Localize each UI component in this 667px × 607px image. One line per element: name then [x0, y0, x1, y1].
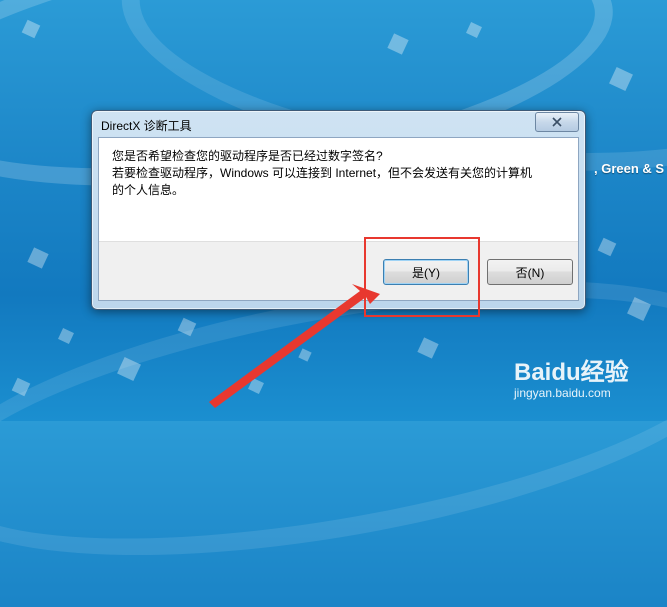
baidu-logo: Baidu经验: [514, 359, 629, 386]
watermark-url: jingyan.baidu.com: [514, 386, 611, 400]
baidu-watermark: Baidu经验 jingyan.baidu.com: [508, 348, 658, 410]
